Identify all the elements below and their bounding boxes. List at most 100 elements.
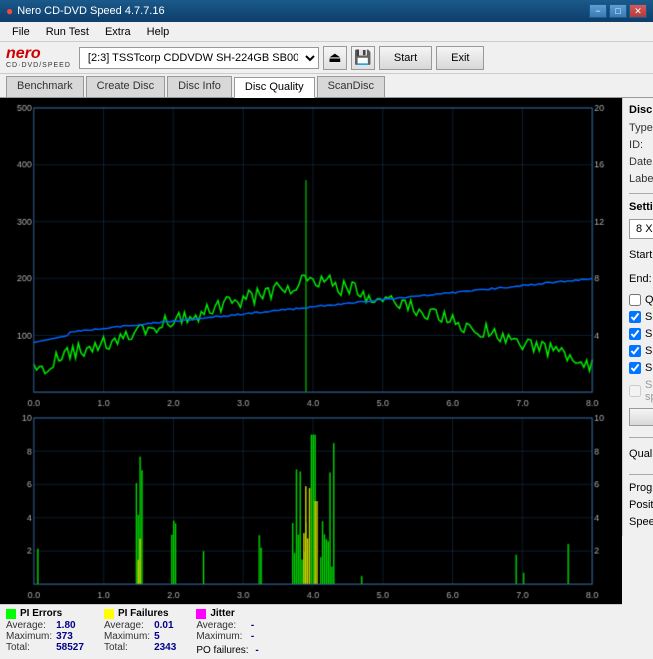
disc-date-row: Date: 15 Jul 2022	[629, 156, 653, 168]
title-bar-left: ● Nero CD-DVD Speed 4.7.7.16	[6, 4, 165, 18]
quick-scan-label: Quick scan	[645, 294, 653, 306]
show-jitter-checkbox[interactable]	[629, 345, 641, 357]
speed-selector[interactable]: 8 X Max 1 X 2 X 4 X 16 X	[629, 219, 653, 239]
cb-c1-pie: Show C1/PIE	[629, 311, 653, 323]
pif-avg-value: 0.01	[154, 620, 176, 631]
menu-run-test[interactable]: Run Test	[38, 24, 97, 40]
po-failures-value: -	[255, 645, 258, 656]
charts-container	[0, 98, 622, 604]
disc-type-row: Type: DVD+R DL	[629, 122, 653, 134]
show-c2-pif-checkbox[interactable]	[629, 328, 641, 340]
title-bar: ● Nero CD-DVD Speed 4.7.7.16 − □ ✕	[0, 0, 653, 22]
pi-errors-color	[6, 609, 16, 619]
cb-c2-pif: Show C2/PIF	[629, 328, 653, 340]
legend-jitter: Jitter Average: - Maximum: - PO failures…	[196, 608, 258, 656]
pi-avg-label: Average:	[6, 620, 52, 631]
jitter-max-label: Maximum:	[196, 631, 247, 642]
title-bar-controls: − □ ✕	[589, 4, 647, 18]
pif-max-value: 5	[154, 631, 176, 642]
advanced-button[interactable]: Advanced	[629, 408, 653, 426]
chart-wrapper: PI Errors Average: 1.80 Maximum: 373 Tot…	[0, 98, 622, 536]
end-label: End:	[629, 273, 652, 285]
jitter-color	[196, 609, 206, 619]
speed-row: Speed: 3.44 X	[629, 516, 653, 528]
progress-row: Progress: 100 %	[629, 482, 653, 494]
save-icon[interactable]: 💾	[351, 46, 375, 70]
legend-pi-errors: PI Errors Average: 1.80 Maximum: 373 Tot…	[6, 608, 84, 656]
divider-2	[629, 437, 653, 438]
end-input-row: End:	[629, 270, 653, 288]
app-icon: ●	[6, 4, 13, 18]
jitter-avg-value: -	[251, 620, 259, 631]
quick-scan-checkbox[interactable]	[629, 294, 641, 306]
title-bar-text: Nero CD-DVD Speed 4.7.7.16	[17, 5, 164, 17]
top-chart	[2, 100, 620, 410]
disc-type-label: Type:	[629, 122, 653, 134]
menu-bar: File Run Test Extra Help	[0, 22, 653, 42]
close-button[interactable]: ✕	[629, 4, 647, 18]
pi-total-label: Total:	[6, 642, 52, 653]
disc-info-title: Disc info	[629, 104, 653, 116]
quality-score-label: Quality score:	[629, 448, 653, 460]
tab-benchmark[interactable]: Benchmark	[6, 76, 84, 97]
exit-button[interactable]: Exit	[436, 46, 484, 70]
show-write-speed-label: Show write speed	[645, 379, 653, 403]
pif-avg-label: Average:	[104, 620, 150, 631]
cb-read-speed: Show read speed	[629, 362, 653, 374]
pi-total-value: 58527	[56, 642, 84, 653]
menu-help[interactable]: Help	[139, 24, 178, 40]
pi-avg-value: 1.80	[56, 620, 84, 631]
speed-settings: 8 X Max 1 X 2 X 4 X 16 X ⟳	[629, 219, 653, 239]
drive-selector[interactable]: [2:3] TSSTcorp CDDVDW SH-224GB SB00	[79, 47, 319, 69]
pif-total-label: Total:	[104, 642, 150, 653]
show-read-speed-label: Show read speed	[645, 362, 653, 374]
start-label: Start:	[629, 249, 653, 261]
menu-extra[interactable]: Extra	[97, 24, 139, 40]
show-jitter-label: Show jitter	[645, 345, 653, 357]
position-label: Position:	[629, 499, 653, 511]
pif-total-value: 2343	[154, 642, 176, 653]
pi-failures-title: PI Failures	[118, 608, 169, 619]
nero-logo: nero CD·DVD/SPEED	[6, 46, 71, 69]
legend-bar: PI Errors Average: 1.80 Maximum: 373 Tot…	[0, 604, 622, 659]
disc-date-label: Date:	[629, 156, 653, 168]
cb-quick-scan: Quick scan	[629, 294, 653, 306]
pi-max-label: Maximum:	[6, 631, 52, 642]
tab-disc-quality[interactable]: Disc Quality	[234, 77, 315, 98]
pi-errors-title: PI Errors	[20, 608, 62, 619]
disc-id-label: ID:	[629, 139, 653, 151]
tab-scan-disc[interactable]: ScanDisc	[317, 76, 385, 97]
speed-label: Speed:	[629, 516, 653, 528]
tab-disc-info[interactable]: Disc Info	[167, 76, 232, 97]
right-panel: Disc info Type: DVD+R DL ID: MKM 003 Dat…	[622, 98, 653, 536]
eject-icon[interactable]: ⏏	[323, 46, 347, 70]
jitter-max-value: -	[251, 631, 259, 642]
menu-file[interactable]: File	[4, 24, 38, 40]
show-c1-pie-checkbox[interactable]	[629, 311, 641, 323]
disc-label-row: Label: -	[629, 173, 653, 185]
show-write-speed-checkbox[interactable]	[629, 385, 641, 397]
cb-jitter: Show jitter	[629, 345, 653, 357]
maximize-button[interactable]: □	[609, 4, 627, 18]
toolbar: nero CD·DVD/SPEED [2:3] TSSTcorp CDDVDW …	[0, 42, 653, 74]
show-read-speed-checkbox[interactable]	[629, 362, 641, 374]
start-input-row: Start:	[629, 246, 653, 264]
show-c1-pie-label: Show C1/PIE	[645, 311, 653, 323]
cb-write-speed: Show write speed	[629, 379, 653, 403]
legend-pi-failures: PI Failures Average: 0.01 Maximum: 5 Tot…	[104, 608, 176, 656]
progress-label: Progress:	[629, 482, 653, 494]
show-c2-pif-label: Show C2/PIF	[645, 328, 653, 340]
quality-score-row: Quality score: 84	[629, 445, 653, 463]
start-button[interactable]: Start	[379, 46, 432, 70]
pif-max-label: Maximum:	[104, 631, 150, 642]
jitter-avg-label: Average:	[196, 620, 247, 631]
pi-failures-color	[104, 609, 114, 619]
minimize-button[interactable]: −	[589, 4, 607, 18]
pi-max-value: 373	[56, 631, 84, 642]
divider-3	[629, 474, 653, 475]
position-row: Position: 8151 MB	[629, 499, 653, 511]
divider-1	[629, 193, 653, 194]
settings-title: Settings	[629, 201, 653, 213]
tabs-bar: Benchmark Create Disc Disc Info Disc Qua…	[0, 74, 653, 98]
tab-create-disc[interactable]: Create Disc	[86, 76, 165, 97]
